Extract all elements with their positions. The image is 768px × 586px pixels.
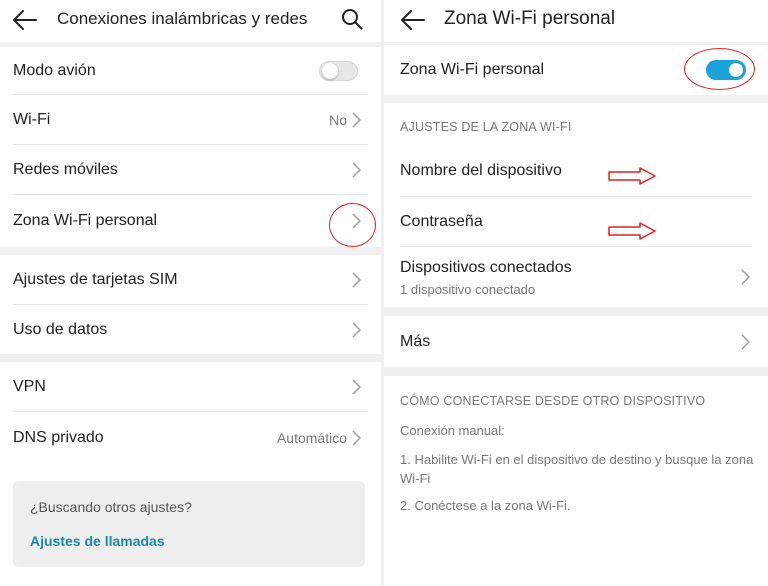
settings-row-connected-devices[interactable]: Dispositivos conectados 1 dispositivo co… xyxy=(384,247,768,307)
section-header: AJUSTES DE LA ZONA WI-FI xyxy=(400,120,572,134)
wifi-status-value: No xyxy=(329,112,347,128)
manual-connection-label: Conexión manual: xyxy=(400,423,505,438)
chevron-right-icon xyxy=(352,162,361,178)
row-label: Más xyxy=(400,332,431,350)
row-label: Zona Wi-Fi personal xyxy=(400,61,545,78)
annotation-arrow-icon xyxy=(608,167,656,185)
personal-hotspot-panel: Zona Wi-Fi personal Zona Wi-Fi personal … xyxy=(384,0,768,586)
annotation-circle xyxy=(684,48,755,90)
separator xyxy=(384,95,768,103)
row-label: VPN xyxy=(13,378,46,395)
settings-row-mobile-networks[interactable]: Redes móviles xyxy=(0,145,381,195)
call-settings-link[interactable]: Ajustes de llamadas xyxy=(30,533,165,549)
settings-row-personal-hotspot[interactable]: Zona Wi-Fi personal xyxy=(0,195,381,247)
settings-row-private-dns[interactable]: DNS privado Automático xyxy=(0,412,381,464)
row-label: Uso de datos xyxy=(13,320,108,338)
row-label: DNS privado xyxy=(13,429,104,446)
settings-row-vpn[interactable]: VPN xyxy=(0,362,381,412)
settings-row-device-name[interactable]: Nombre del dispositivo xyxy=(384,145,768,197)
settings-row-more[interactable]: Más xyxy=(384,316,768,367)
arrow-left-icon[interactable] xyxy=(400,8,426,32)
settings-row-password[interactable]: Contraseña xyxy=(384,197,768,247)
chevron-right-icon xyxy=(352,379,361,395)
row-label: Modo avión xyxy=(13,62,96,79)
separator xyxy=(384,367,768,376)
chevron-right-icon xyxy=(352,112,361,128)
row-label: Contraseña xyxy=(400,213,483,230)
info-step-2: 2. Conéctese a la zona Wi-Fi. xyxy=(400,498,571,513)
chevron-right-icon xyxy=(741,269,750,285)
top-bar: Conexiones inalámbricas y redes xyxy=(0,0,381,42)
settings-row-wifi[interactable]: Wi-Fi No xyxy=(0,95,381,145)
airplane-mode-toggle[interactable] xyxy=(319,61,358,81)
page-title: Conexiones inalámbricas y redes xyxy=(57,9,308,28)
chevron-right-icon xyxy=(352,430,361,446)
annotation-arrow-icon xyxy=(608,222,656,240)
row-label: Dispositivos conectados xyxy=(400,259,572,276)
private-dns-value: Automático xyxy=(276,430,347,446)
annotation-circle xyxy=(329,203,376,247)
settings-row-data-usage[interactable]: Uso de datos xyxy=(0,305,381,354)
wireless-networks-panel: Conexiones inalámbricas y redes Modo avi… xyxy=(0,0,381,586)
page-title: Zona Wi-Fi personal xyxy=(444,8,616,29)
chevron-right-icon xyxy=(741,333,750,350)
row-label: Ajustes de tarjetas SIM xyxy=(13,271,178,288)
info-step-1: 1. Habilite Wi-Fi en el dispositivo de d… xyxy=(400,452,754,486)
arrow-left-icon[interactable] xyxy=(12,8,38,32)
card-question: ¿Buscando otros ajustes? xyxy=(30,499,192,515)
connected-devices-count: 1 dispositivo conectado xyxy=(400,282,536,297)
row-label: Redes móviles xyxy=(13,161,118,178)
chevron-right-icon xyxy=(352,272,361,288)
settings-row-airplane-mode[interactable]: Modo avión xyxy=(0,47,381,95)
chevron-right-icon xyxy=(352,321,361,338)
row-label: Zona Wi-Fi personal xyxy=(13,212,158,229)
other-settings-card: ¿Buscando otros ajustes? Ajustes de llam… xyxy=(13,481,365,567)
separator xyxy=(384,307,768,316)
settings-row-sim-settings[interactable]: Ajustes de tarjetas SIM xyxy=(0,255,381,305)
separator xyxy=(0,247,381,255)
top-bar: Zona Wi-Fi personal xyxy=(384,0,768,42)
row-label: Nombre del dispositivo xyxy=(400,162,562,179)
search-icon[interactable] xyxy=(341,8,363,30)
info-header: CÓMO CONECTARSE DESDE OTRO DISPOSITIVO xyxy=(400,394,706,408)
row-label: Wi-Fi xyxy=(13,111,51,128)
separator xyxy=(0,354,381,362)
